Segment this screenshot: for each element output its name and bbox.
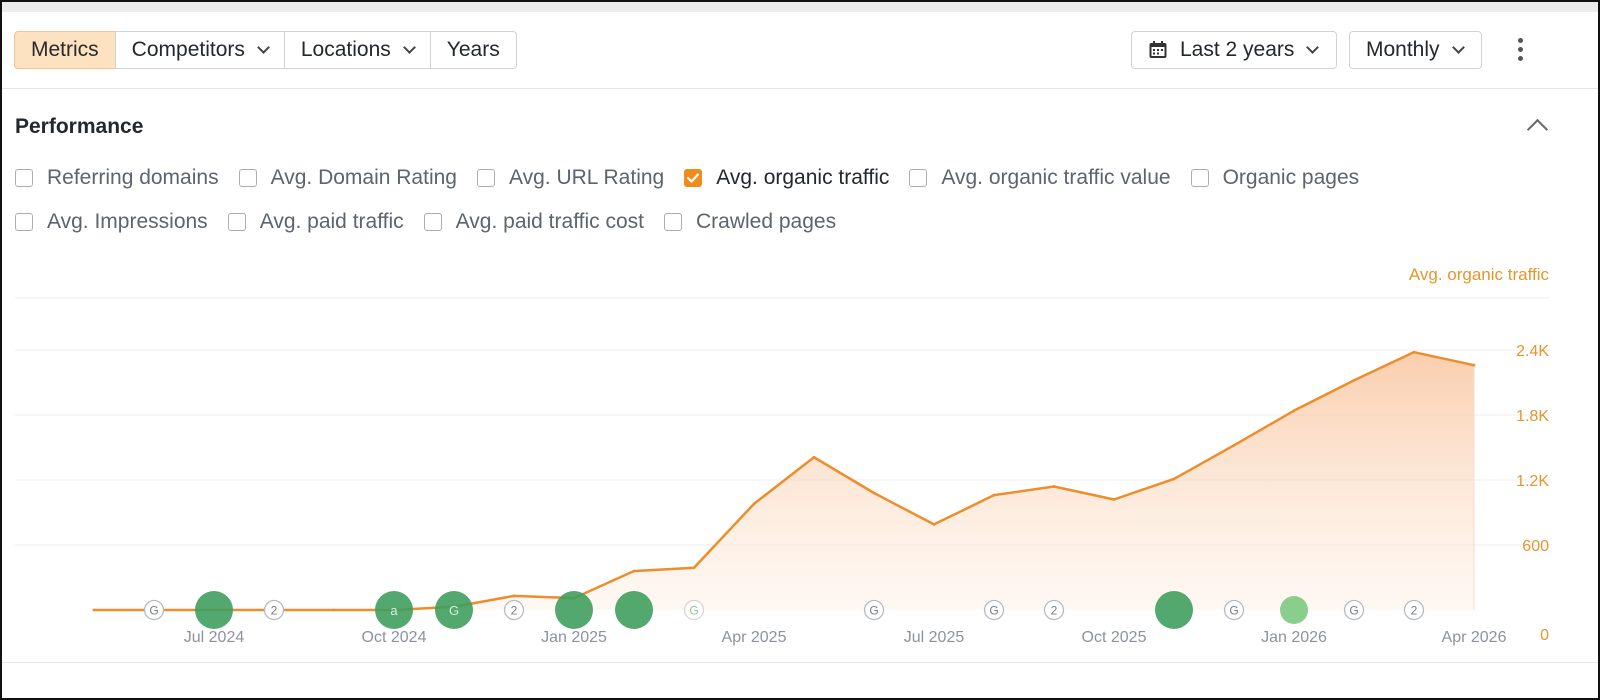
event-badge-label: 2: [1051, 604, 1058, 618]
x-tick-label: Oct 2025: [1082, 629, 1147, 646]
data-point: [632, 569, 636, 573]
event-badge-label: G: [689, 604, 698, 618]
event-badge-label: G: [149, 604, 158, 618]
data-point: [1052, 485, 1056, 488]
data-point: [332, 608, 336, 612]
x-tick-label: Apr 2026: [1442, 629, 1507, 646]
y-tick-label: 2.4K: [1516, 343, 1549, 360]
x-tick-label: Jul 2024: [184, 629, 245, 646]
event-marker-dot: [1280, 596, 1308, 624]
event-badge-label: G: [989, 604, 998, 618]
data-point: [872, 491, 876, 495]
data-point: [692, 566, 696, 570]
data-point: [512, 594, 516, 598]
data-point: [1472, 363, 1476, 367]
event-marker-dot: [1155, 591, 1193, 629]
event-marker-label: G: [449, 603, 459, 618]
y-tick-label: 1.8K: [1516, 408, 1549, 425]
event-badge-label: G: [869, 604, 878, 618]
data-point: [92, 608, 96, 612]
x-tick-label: Apr 2025: [722, 629, 787, 646]
performance-chart: 0 600 1.2K 1.8K 2.4K Avg. organic traffic Jul …: [15, 265, 1550, 646]
bottom-divider: [2, 662, 1598, 663]
data-point: [1232, 443, 1236, 447]
area-fill: [394, 352, 1474, 610]
event-marker-label: a: [390, 603, 398, 618]
event-marker-dot: [195, 591, 233, 629]
x-tick-label: Jan 2026: [1261, 629, 1327, 646]
event-badge-label: G: [1229, 604, 1238, 618]
x-tick-label: Jul 2025: [904, 629, 965, 646]
y-tick-label: 600: [1522, 538, 1549, 555]
y-tick-label: 1.2K: [1516, 473, 1549, 490]
x-tick-label: Jan 2025: [541, 629, 607, 646]
event-badge-label: G: [1349, 604, 1358, 618]
x-tick-label: Oct 2024: [362, 629, 427, 646]
series-label: Avg. organic traffic: [1409, 265, 1550, 284]
data-point: [752, 502, 756, 506]
event-badge-label: 2: [1411, 604, 1418, 618]
data-point: [812, 455, 816, 459]
data-point: [1412, 350, 1416, 354]
data-point: [992, 493, 996, 497]
event-badge-label: 2: [271, 604, 278, 618]
y-tick-label: 0: [1540, 627, 1549, 644]
event-badge-label: 2: [511, 604, 518, 618]
data-point: [1292, 409, 1296, 413]
data-point: [1352, 378, 1356, 382]
data-point: [1172, 477, 1176, 481]
event-marker-dot: [555, 591, 593, 629]
data-point: [932, 523, 936, 526]
data-point: [1112, 498, 1116, 501]
event-marker-dot: [615, 591, 653, 629]
